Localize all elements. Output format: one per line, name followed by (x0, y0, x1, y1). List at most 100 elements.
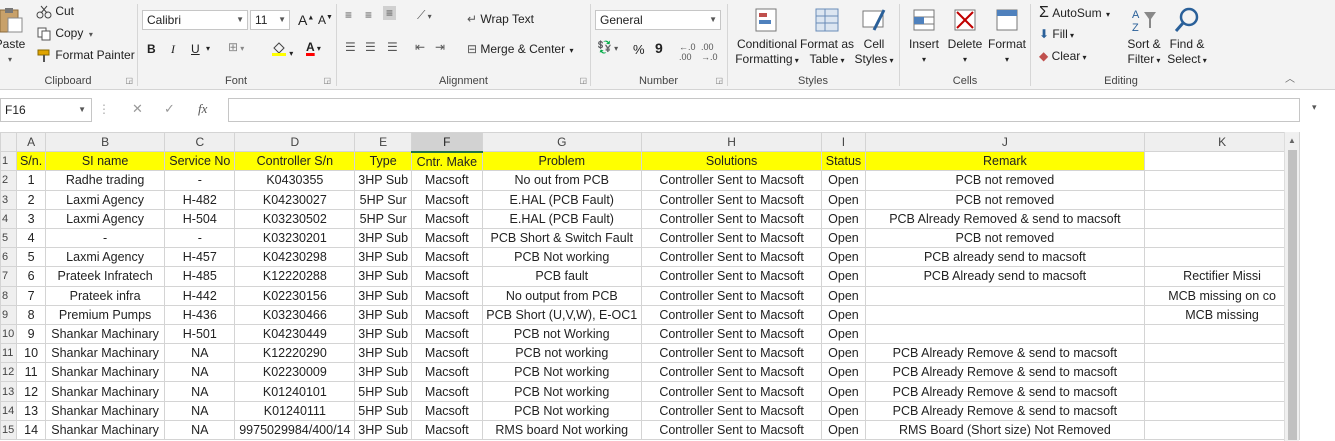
cell[interactable]: Macsoft (410, 189, 483, 210)
cell[interactable]: Laxmi Agency (44, 247, 166, 268)
row-header[interactable]: 14 (0, 400, 18, 421)
cell[interactable]: PCB Already Removed & send to macsoft (864, 208, 1146, 229)
cell[interactable]: PCB fault (481, 266, 642, 287)
cell[interactable]: MCB missing on co (1144, 285, 1300, 306)
row-header[interactable]: 12 (0, 362, 18, 383)
row-header[interactable]: 2 (0, 170, 18, 191)
cell[interactable]: 11 (16, 362, 46, 383)
cell[interactable]: 12 (16, 381, 46, 402)
cell[interactable]: Open (821, 208, 866, 229)
cell[interactable]: No out from PCB (481, 170, 642, 191)
cell[interactable]: Macsoft (410, 170, 483, 191)
cell[interactable]: Radhe trading (44, 170, 166, 191)
cell[interactable] (1144, 400, 1300, 421)
cancel-icon[interactable]: ✕ (132, 101, 143, 117)
row-header[interactable]: 10 (0, 323, 18, 345)
autosum-button[interactable]: Σ AutoSum ▾ (1039, 4, 1110, 22)
cell[interactable]: - (164, 170, 236, 191)
cell[interactable]: Shankar Machinary (44, 381, 166, 402)
header-cell[interactable]: Type (354, 151, 412, 172)
cell[interactable]: 3HP Sub (354, 304, 412, 325)
cell-styles-button[interactable]: Cell Styles ▾ (854, 6, 894, 68)
cell[interactable] (864, 323, 1146, 345)
cell[interactable]: Macsoft (410, 323, 483, 345)
cell[interactable]: Controller Sent to Macsoft (640, 400, 823, 421)
cell[interactable]: 6 (16, 266, 46, 287)
cell[interactable]: Macsoft (410, 381, 483, 402)
fill-color-icon[interactable]: ▾ (271, 40, 293, 59)
row-header[interactable]: 1 (0, 151, 18, 172)
column-header-e[interactable]: E (354, 132, 412, 153)
row-header[interactable]: 5 (0, 227, 18, 249)
cell[interactable]: Shankar Machinary (44, 323, 166, 345)
cell[interactable]: RMS Board (Short size) Not Removed (864, 419, 1146, 441)
cell[interactable]: PCB not removed (864, 170, 1146, 191)
cell[interactable]: H-504 (164, 208, 236, 229)
cell[interactable]: E.HAL (PCB Fault) (481, 208, 642, 229)
cell[interactable]: PCB not removed (864, 189, 1146, 210)
cell[interactable]: Controller Sent to Macsoft (640, 189, 823, 210)
cell[interactable]: 9975029984/400/14 (234, 419, 356, 441)
cell[interactable]: 3HP Sub (354, 285, 412, 306)
cell[interactable]: PCB Already Remove & send to macsoft (864, 400, 1146, 421)
bold-button[interactable]: B (147, 42, 156, 56)
cell[interactable]: NA (164, 419, 236, 441)
cell[interactable]: PCB not working (481, 343, 642, 364)
column-header-b[interactable]: B (44, 132, 166, 153)
cell[interactable]: Open (821, 323, 866, 345)
cell[interactable]: Controller Sent to Macsoft (640, 170, 823, 191)
cell[interactable]: Controller Sent to Macsoft (640, 343, 823, 364)
shrink-font-button[interactable]: A▼ (318, 13, 333, 27)
cell[interactable]: 3HP Sub (354, 323, 412, 345)
fill-button[interactable]: ⬇ Fill ▾ (1039, 27, 1074, 41)
cell[interactable]: - (164, 227, 236, 249)
cell[interactable]: Open (821, 266, 866, 287)
cell[interactable]: K04230027 (234, 189, 356, 210)
cell[interactable]: K01240101 (234, 381, 356, 402)
decrease-indent-icon[interactable]: ⇤ (415, 40, 425, 54)
cell[interactable]: Open (821, 227, 866, 249)
cell[interactable]: Macsoft (410, 343, 483, 364)
cell[interactable]: Macsoft (410, 247, 483, 268)
cell[interactable]: 5HP Sur (354, 208, 412, 229)
cell[interactable]: PCB Short (U,V,W), E-OC1 (481, 304, 642, 325)
cell[interactable]: 5HP Sub (354, 400, 412, 421)
cell[interactable]: - (44, 227, 166, 249)
select-all-corner[interactable] (0, 132, 18, 153)
cell[interactable]: 3HP Sub (354, 343, 412, 364)
cell[interactable]: Macsoft (410, 266, 483, 287)
formula-input[interactable] (228, 98, 1300, 122)
sort-filter-button[interactable]: AZ Sort & Filter ▾ (1123, 6, 1165, 68)
borders-icon[interactable]: ⊞ ▾ (228, 40, 244, 54)
cell[interactable]: Macsoft (410, 419, 483, 441)
cell[interactable]: Controller Sent to Macsoft (640, 208, 823, 229)
cell[interactable]: 7 (16, 285, 46, 306)
cell[interactable]: Laxmi Agency (44, 208, 166, 229)
header-cell[interactable] (1144, 151, 1300, 172)
row-header[interactable]: 6 (0, 247, 18, 268)
cell[interactable]: K12220290 (234, 343, 356, 364)
cell[interactable]: Shankar Machinary (44, 343, 166, 364)
cell[interactable]: PCB already send to macsoft (864, 247, 1146, 268)
cell[interactable] (1144, 227, 1300, 249)
format-painter-button[interactable]: Format Painter (36, 48, 135, 68)
number-format-select[interactable]: General ▼ (595, 10, 721, 30)
font-size-select[interactable]: 11 ▼ (250, 10, 290, 30)
cell[interactable]: Controller Sent to Macsoft (640, 381, 823, 402)
cell[interactable] (1144, 323, 1300, 345)
expand-formula-bar-icon[interactable]: ▾ (1312, 102, 1317, 113)
cell[interactable]: Open (821, 400, 866, 421)
cell[interactable]: 9 (16, 323, 46, 345)
row-header[interactable]: 9 (0, 304, 18, 325)
decrease-decimal-icon[interactable]: .00 →.0 (701, 42, 718, 62)
insert-button[interactable]: Insert ▾ (904, 6, 944, 67)
cell[interactable]: RMS board Not working (481, 419, 642, 441)
header-cell[interactable]: Service No (164, 151, 236, 172)
cell[interactable]: NA (164, 400, 236, 421)
cell[interactable]: Macsoft (410, 304, 483, 325)
cell[interactable]: PCB Not working (481, 400, 642, 421)
column-header-f[interactable]: F (410, 132, 483, 153)
dialog-launcher-icon[interactable]: ◲ (125, 76, 133, 85)
cell[interactable]: PCB Already Remove & send to macsoft (864, 381, 1146, 402)
drag-handle-icon[interactable]: ⋮ (98, 102, 110, 116)
